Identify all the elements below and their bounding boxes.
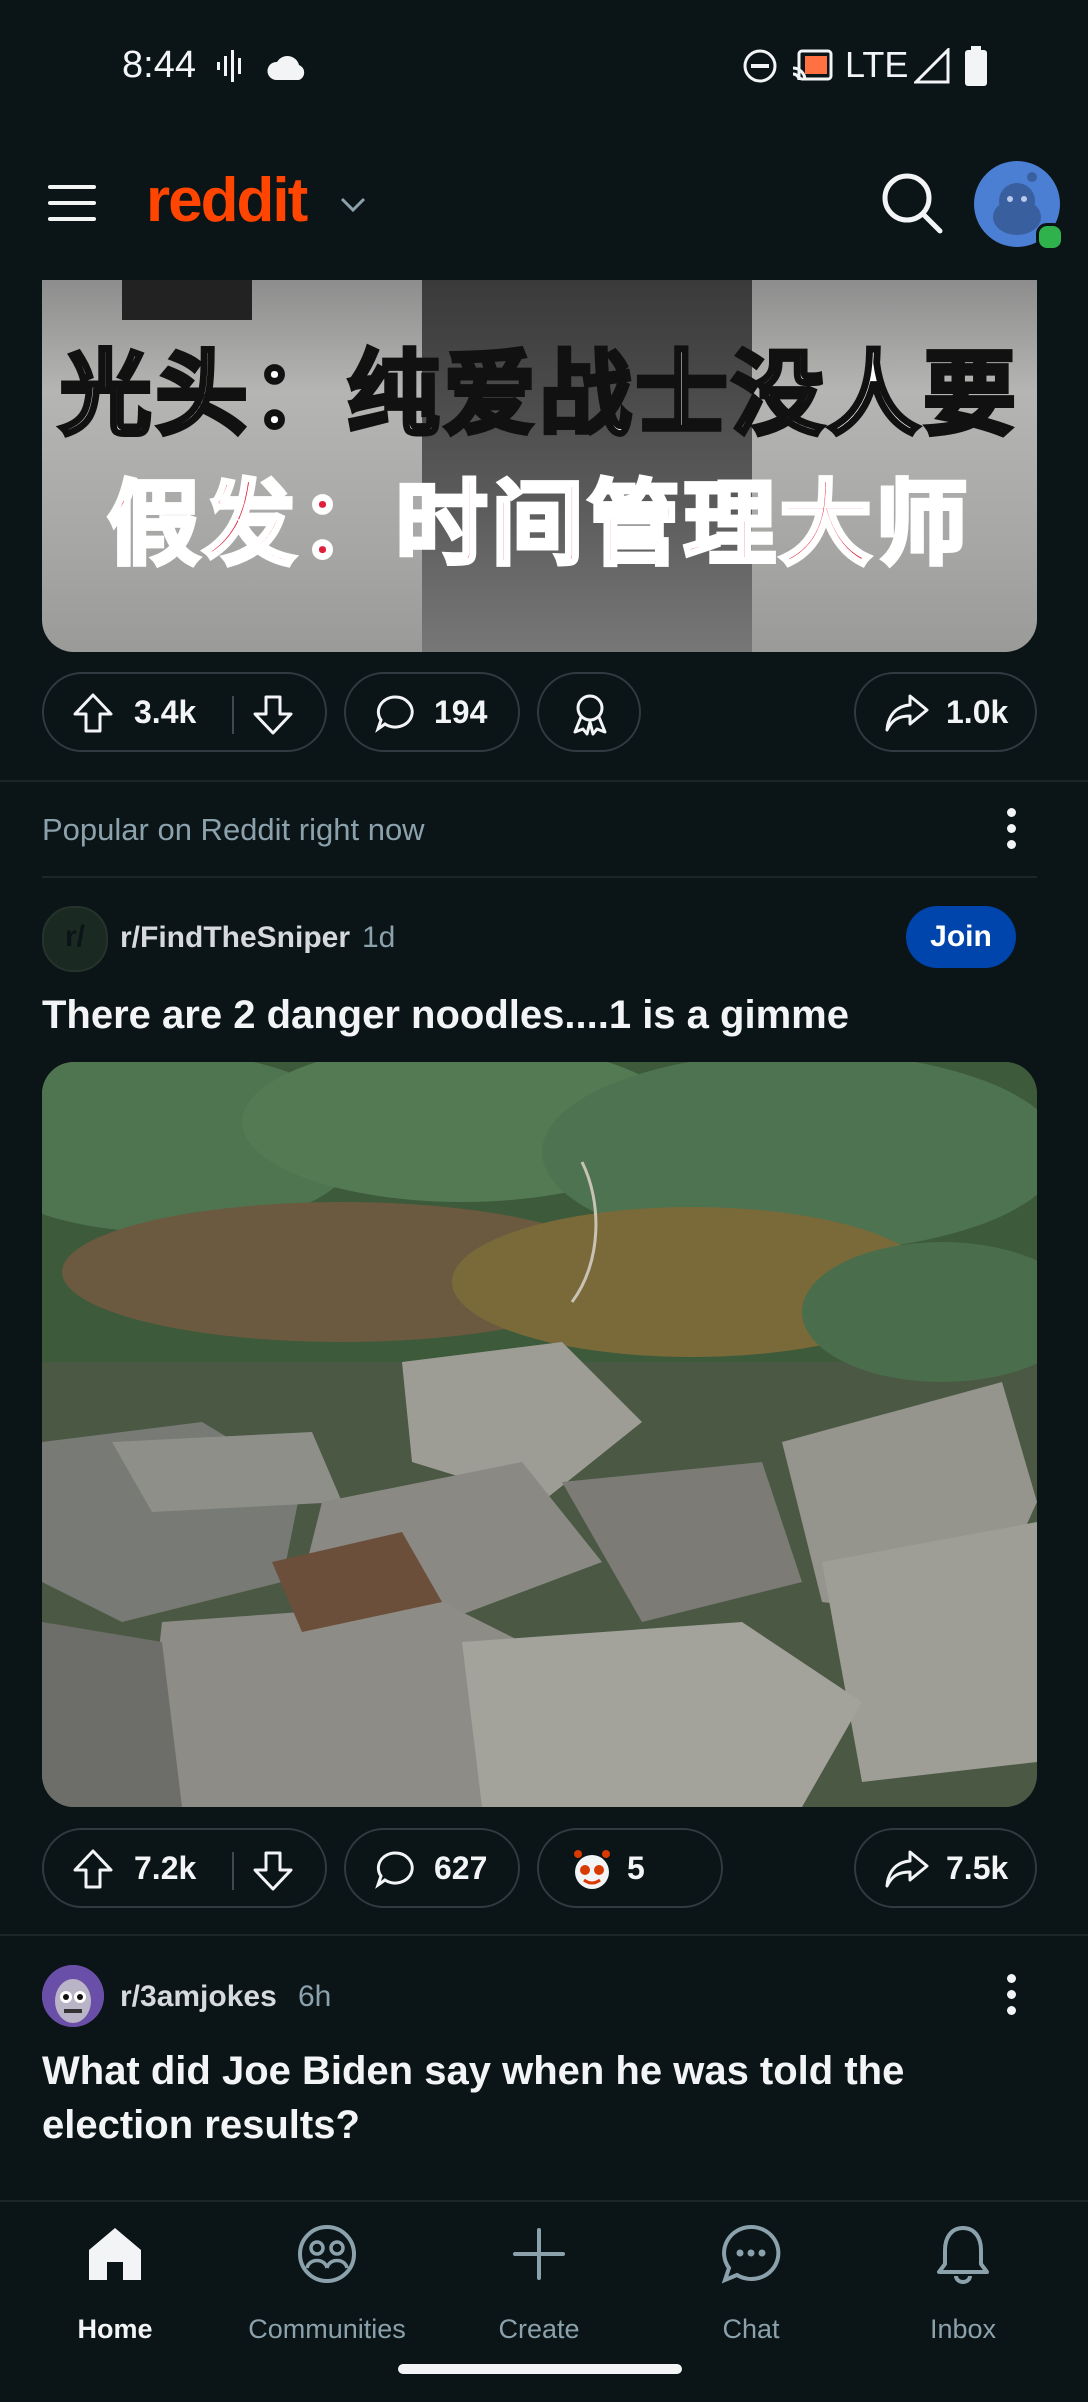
upvote-icon[interactable] xyxy=(72,1848,114,1890)
award-count: 5 xyxy=(627,1850,645,1886)
award-button[interactable] xyxy=(537,672,641,752)
comments-button[interactable]: 627 xyxy=(344,1828,520,1908)
home-icon xyxy=(89,2228,141,2280)
meme-caption-line-1: 光头：纯爱战士没人要 xyxy=(57,339,1020,450)
chevron-down-icon[interactable] xyxy=(338,195,368,215)
status-bar: 8:44 LTE xyxy=(0,0,1088,135)
share-button[interactable]: 7.5k xyxy=(854,1828,1037,1908)
reddit-logo[interactable]: reddit xyxy=(146,165,308,236)
battery-icon xyxy=(965,46,987,86)
voice-wave-icon xyxy=(217,50,241,82)
more-options-icon[interactable] xyxy=(1007,808,1016,856)
nav-chat-label: Chat xyxy=(722,2314,780,2344)
post-actions: 3.4k 194 1.0k xyxy=(42,672,1037,756)
post-separator xyxy=(0,780,1088,782)
share-button[interactable]: 1.0k xyxy=(854,672,1037,752)
post-separator xyxy=(0,1934,1088,1936)
join-button[interactable]: Join xyxy=(906,906,1016,968)
post-image[interactable] xyxy=(42,1062,1037,1807)
online-status-dot xyxy=(1036,223,1064,251)
subreddit-name[interactable]: r/FindTheSniper xyxy=(120,921,350,955)
upvote-count: 7.2k xyxy=(134,1850,197,1886)
meme-caption-line-2: 假发：时间管理大师 xyxy=(105,469,972,580)
more-options-icon[interactable] xyxy=(1007,1974,1016,2022)
comment-count: 627 xyxy=(434,1850,488,1886)
popular-section-label: Popular on Reddit right now xyxy=(42,812,425,847)
cast-icon xyxy=(792,49,833,81)
downvote-icon[interactable] xyxy=(252,1850,294,1892)
network-type: LTE xyxy=(845,44,909,85)
downvote-icon[interactable] xyxy=(252,694,294,736)
share-count: 7.5k xyxy=(946,1850,1009,1886)
post-image[interactable]: 光头：纯爱战士没人要 假发：时间管理大师 xyxy=(42,280,1037,652)
post-age: 6h xyxy=(298,1980,332,2013)
post-actions: 7.2k 627 5 7.5k xyxy=(42,1828,1037,1912)
post-title[interactable]: There are 2 danger noodles....1 is a gim… xyxy=(42,988,1022,1042)
post-age: 1d xyxy=(362,921,396,954)
signal-icon xyxy=(914,48,950,84)
subreddit-avatar-text: r/ xyxy=(64,920,85,953)
vote-divider xyxy=(232,696,234,734)
share-icon xyxy=(885,1850,929,1888)
upvote-icon[interactable] xyxy=(72,692,114,734)
nav-inbox-label: Inbox xyxy=(929,2314,997,2344)
vote-pill: 7.2k xyxy=(42,1828,327,1908)
nav-home-label: Home xyxy=(77,2314,153,2344)
nav-communities-label: Communities xyxy=(248,2314,406,2344)
gesture-home-bar[interactable] xyxy=(398,2364,682,2374)
communities-icon xyxy=(298,2225,356,2283)
comments-button[interactable]: 194 xyxy=(344,672,520,752)
section-divider xyxy=(42,876,1037,878)
comment-icon xyxy=(375,695,414,733)
subreddit-name[interactable]: r/3amjokes xyxy=(120,1980,277,2014)
upvote-count: 3.4k xyxy=(134,694,197,730)
post-title[interactable]: What did Joe Biden say when he was told … xyxy=(42,2044,1022,2152)
award-button[interactable]: 5 xyxy=(537,1828,723,1908)
vote-divider xyxy=(232,1852,234,1890)
award-icon xyxy=(573,694,607,736)
comment-count: 194 xyxy=(434,694,488,730)
comment-icon xyxy=(375,1851,414,1889)
app-header: reddit xyxy=(0,135,1088,280)
search-icon[interactable] xyxy=(880,171,944,235)
rocks-and-shrubs-photo xyxy=(42,1062,1037,1807)
do-not-disturb-icon xyxy=(743,49,777,83)
award-emoji-icon xyxy=(574,1850,610,1889)
subreddit-avatar-icon xyxy=(42,1965,104,2027)
nav-create-label: Create xyxy=(498,2314,580,2344)
share-icon xyxy=(885,694,929,732)
vote-pill: 3.4k xyxy=(42,672,327,752)
subreddit-avatar[interactable] xyxy=(42,1965,104,2027)
cloud-icon xyxy=(267,56,305,80)
share-count: 1.0k xyxy=(946,694,1009,730)
chat-icon xyxy=(721,2224,781,2284)
subreddit-avatar[interactable]: r/ xyxy=(42,906,108,972)
create-plus-icon xyxy=(513,2228,565,2280)
status-time: 8:44 xyxy=(122,44,196,86)
menu-icon[interactable] xyxy=(46,181,100,225)
bell-icon xyxy=(937,2226,989,2284)
